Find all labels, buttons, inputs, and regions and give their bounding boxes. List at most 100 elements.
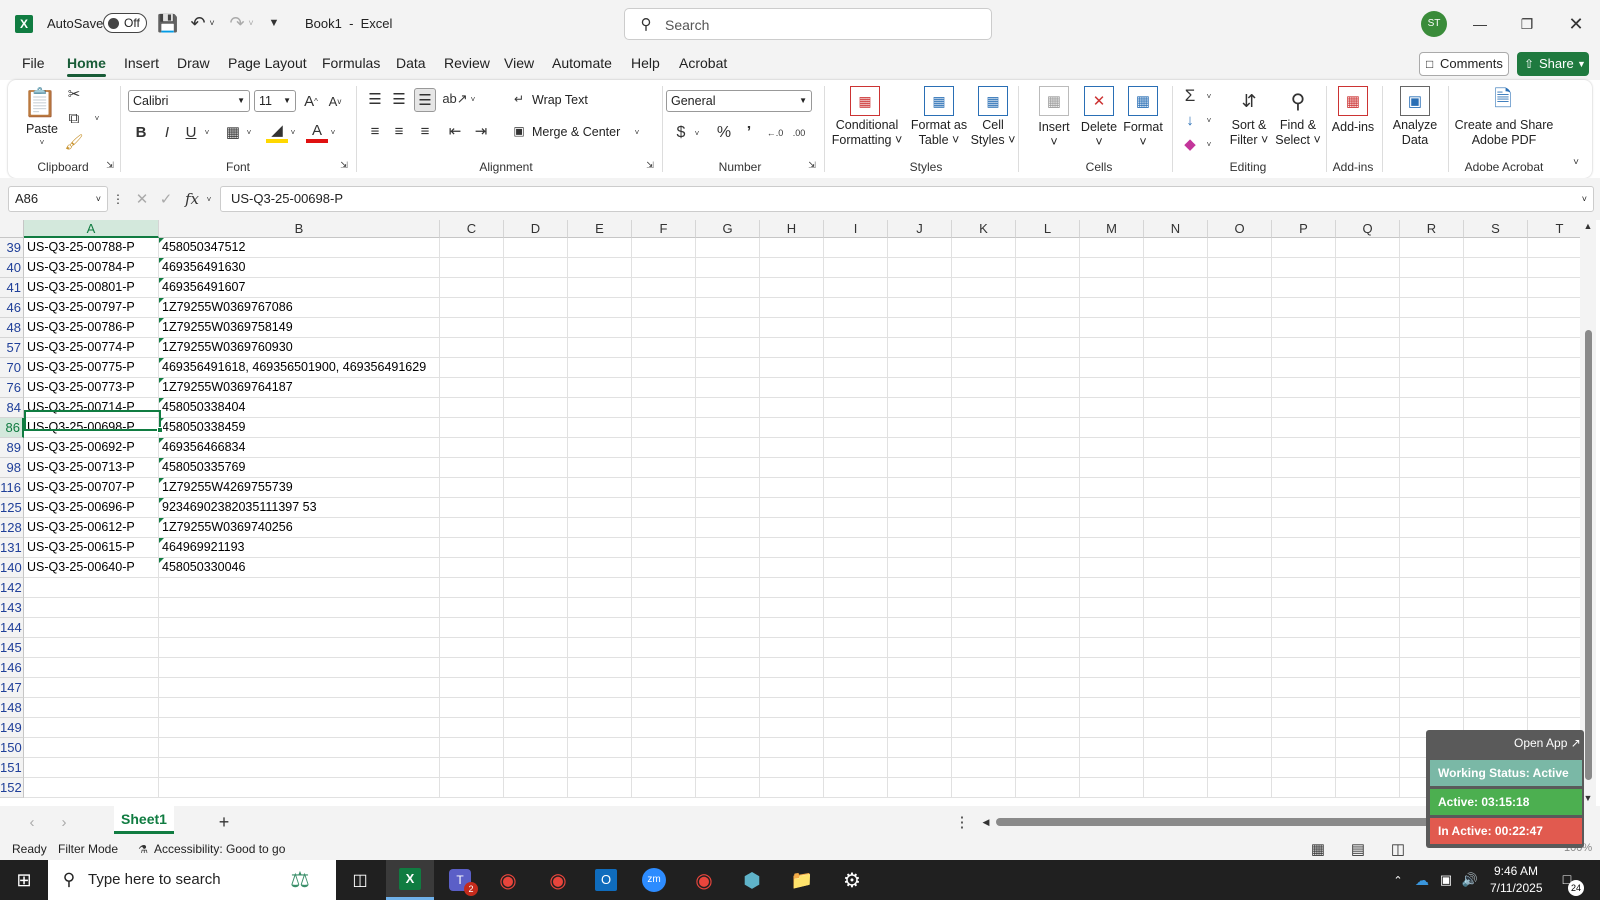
table-cell[interactable] — [824, 318, 888, 338]
cell-a[interactable] — [24, 598, 159, 618]
table-cell[interactable] — [696, 418, 760, 438]
onedrive-icon[interactable]: ☁ — [1412, 870, 1432, 890]
cell-a[interactable]: US-Q3-25-00612-P — [24, 518, 159, 538]
addins-button[interactable]: Add-ins — [1330, 120, 1376, 135]
cell-a[interactable]: US-Q3-25-00788-P — [24, 238, 159, 258]
table-cell[interactable] — [1336, 658, 1400, 678]
row-header[interactable]: 146 — [0, 658, 24, 678]
table-cell[interactable] — [824, 378, 888, 398]
table-cell[interactable] — [952, 498, 1016, 518]
addins-icon[interactable]: ▦ — [1338, 86, 1368, 116]
table-cell[interactable] — [1272, 518, 1336, 538]
cell-a[interactable] — [24, 638, 159, 658]
table-cell[interactable] — [1272, 298, 1336, 318]
cell-b[interactable]: 1Z79255W0369758149 — [159, 318, 440, 338]
table-cell[interactable] — [1144, 718, 1208, 738]
table-cell[interactable] — [1208, 538, 1272, 558]
table-cell[interactable] — [568, 358, 632, 378]
table-cell[interactable] — [1464, 638, 1528, 658]
row-header[interactable]: 46 — [0, 298, 24, 318]
table-cell[interactable] — [632, 698, 696, 718]
table-cell[interactable] — [888, 778, 952, 798]
cell-a[interactable] — [24, 758, 159, 778]
vertical-scroll-thumb[interactable] — [1585, 330, 1592, 780]
table-cell[interactable] — [440, 618, 504, 638]
cell-a[interactable]: US-Q3-25-00615-P — [24, 538, 159, 558]
table-cell[interactable] — [824, 698, 888, 718]
row-header[interactable]: 150 — [0, 738, 24, 758]
table-cell[interactable] — [1464, 538, 1528, 558]
cell-a[interactable]: US-Q3-25-00801-P — [24, 278, 159, 298]
table-cell[interactable] — [440, 338, 504, 358]
table-cell[interactable] — [504, 238, 568, 258]
table-cell[interactable] — [696, 618, 760, 638]
table-cell[interactable] — [1464, 658, 1528, 678]
table-cell[interactable] — [824, 718, 888, 738]
table-cell[interactable] — [888, 618, 952, 638]
align-right-icon[interactable]: ≡ — [414, 120, 436, 142]
table-cell[interactable] — [1080, 378, 1144, 398]
cell-b[interactable]: 464969921193 — [159, 538, 440, 558]
table-cell[interactable] — [632, 558, 696, 578]
table-cell[interactable] — [760, 698, 824, 718]
table-cell[interactable] — [632, 338, 696, 358]
table-cell[interactable] — [952, 738, 1016, 758]
table-cell[interactable] — [568, 498, 632, 518]
table-cell[interactable] — [1272, 758, 1336, 778]
table-cell[interactable] — [1336, 378, 1400, 398]
table-cell[interactable] — [760, 258, 824, 278]
table-cell[interactable] — [1144, 398, 1208, 418]
select-all-corner[interactable] — [0, 220, 24, 238]
column-header-s[interactable]: S — [1464, 220, 1528, 238]
comments-button[interactable]: □ Comments — [1419, 52, 1509, 76]
task-view-icon[interactable]: ◫ — [336, 860, 384, 900]
column-header-b[interactable]: B — [159, 220, 440, 238]
table-cell[interactable] — [1016, 538, 1080, 558]
table-cell[interactable] — [760, 598, 824, 618]
sort-filter-icon[interactable]: ⇵ — [1233, 86, 1265, 116]
row-header[interactable]: 149 — [0, 718, 24, 738]
table-cell[interactable] — [1400, 278, 1464, 298]
table-cell[interactable] — [1080, 238, 1144, 258]
row-header[interactable]: 86 — [0, 418, 24, 438]
table-cell[interactable] — [1144, 478, 1208, 498]
table-cell[interactable] — [1464, 438, 1528, 458]
table-cell[interactable] — [1464, 578, 1528, 598]
table-cell[interactable] — [1400, 238, 1464, 258]
chrome-alt-icon[interactable]: ◉ — [680, 860, 728, 900]
table-cell[interactable] — [696, 538, 760, 558]
table-cell[interactable] — [1400, 298, 1464, 318]
table-cell[interactable] — [1080, 318, 1144, 338]
table-cell[interactable] — [1208, 558, 1272, 578]
font-name-select[interactable]: Calibri ▼ — [128, 90, 250, 112]
table-cell[interactable] — [1336, 238, 1400, 258]
table-cell[interactable] — [1016, 238, 1080, 258]
create-pdf-button[interactable]: Create and Share Adobe PDF — [1454, 118, 1554, 148]
table-cell[interactable] — [504, 498, 568, 518]
table-cell[interactable] — [1208, 758, 1272, 778]
fx-dropdown-icon[interactable]: ˅ — [204, 190, 214, 208]
expand-formula-icon[interactable]: ˅ — [1582, 187, 1587, 211]
table-cell[interactable] — [760, 778, 824, 798]
table-cell[interactable] — [696, 298, 760, 318]
table-cell[interactable] — [568, 698, 632, 718]
table-cell[interactable] — [952, 718, 1016, 738]
table-cell[interactable] — [1272, 338, 1336, 358]
format-painter-icon[interactable]: 🖌 — [64, 132, 84, 152]
row-header[interactable]: 98 — [0, 458, 24, 478]
table-cell[interactable] — [824, 578, 888, 598]
table-cell[interactable] — [888, 558, 952, 578]
table-cell[interactable] — [1208, 778, 1272, 798]
table-cell[interactable] — [1208, 238, 1272, 258]
table-cell[interactable] — [1336, 678, 1400, 698]
cut-icon[interactable]: ✂ — [64, 84, 84, 104]
delete-cells-icon[interactable]: ✕ — [1084, 86, 1114, 116]
table-cell[interactable] — [632, 538, 696, 558]
table-cell[interactable] — [1336, 778, 1400, 798]
table-cell[interactable] — [888, 358, 952, 378]
table-cell[interactable] — [696, 438, 760, 458]
table-cell[interactable] — [1144, 758, 1208, 778]
table-cell[interactable] — [1272, 718, 1336, 738]
cell-b[interactable] — [159, 718, 440, 738]
table-cell[interactable] — [1464, 278, 1528, 298]
